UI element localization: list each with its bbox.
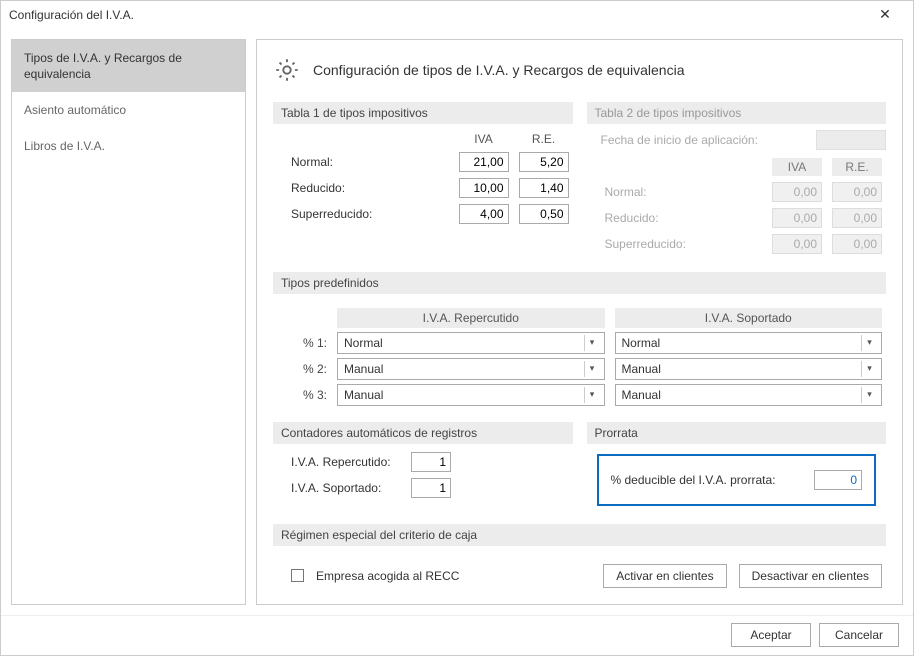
- predef-row3-rep-dropdown[interactable]: Manual▾: [337, 384, 605, 406]
- predef-row1-sop-dropdown[interactable]: Normal▾: [615, 332, 883, 354]
- tabla2-normal-iva: [772, 182, 822, 202]
- tabla2-header-iva: IVA: [772, 158, 822, 176]
- desactivar-clientes-button[interactable]: Desactivar en clientes: [739, 564, 882, 588]
- predef-row1-rep-dropdown[interactable]: Normal▾: [337, 332, 605, 354]
- tabla1-header-iva: IVA: [459, 132, 509, 146]
- tabla2-reducido-label: Reducido:: [605, 211, 763, 225]
- chevron-down-icon: ▾: [584, 361, 600, 377]
- counter-sop-input[interactable]: [411, 478, 451, 498]
- predef-row2-sop-dropdown[interactable]: Manual▾: [615, 358, 883, 380]
- prorrata-input[interactable]: [814, 470, 862, 490]
- content-panel: Configuración de tipos de I.V.A. y Recar…: [256, 39, 903, 605]
- gear-icon: [273, 56, 301, 84]
- tabla2-normal-label: Normal:: [605, 185, 763, 199]
- recc-label: Régimen especial del criterio de caja: [273, 524, 886, 546]
- tabla2-super-iva: [772, 234, 822, 254]
- tabla1-label: Tabla 1 de tipos impositivos: [273, 102, 573, 124]
- tabla1-reducido-iva[interactable]: [459, 178, 509, 198]
- tabla2-label: Tabla 2 de tipos impositivos: [587, 102, 887, 124]
- sidebar-item-tipos-iva[interactable]: Tipos de I.V.A. y Recargos de equivalenc…: [12, 40, 245, 92]
- predef-row1-label: % 1:: [291, 336, 327, 350]
- predef-row2-rep-dropdown[interactable]: Manual▾: [337, 358, 605, 380]
- counter-sop-label: I.V.A. Soportado:: [291, 481, 401, 495]
- counter-rep-input[interactable]: [411, 452, 451, 472]
- chevron-down-icon: ▾: [861, 361, 877, 377]
- tabla1-super-iva[interactable]: [459, 204, 509, 224]
- prorrata-frame: % deducible del I.V.A. prorrata:: [597, 454, 877, 506]
- predef-row3-sop-dropdown[interactable]: Manual▾: [615, 384, 883, 406]
- content-title: Configuración de tipos de I.V.A. y Recar…: [313, 62, 685, 78]
- accept-button[interactable]: Aceptar: [731, 623, 811, 647]
- sidebar-item-libros[interactable]: Libros de I.V.A.: [12, 128, 245, 164]
- tabla1-super-re[interactable]: [519, 204, 569, 224]
- prorrata-label: Prorrata: [587, 422, 887, 444]
- sidebar: Tipos de I.V.A. y Recargos de equivalenc…: [11, 39, 246, 605]
- tabla2-super-re: [832, 234, 882, 254]
- predef-header-sop: I.V.A. Soportado: [615, 308, 883, 328]
- tabla1-reducido-re[interactable]: [519, 178, 569, 198]
- predef-header-rep: I.V.A. Repercutido: [337, 308, 605, 328]
- tabla2-header-re: R.E.: [832, 158, 882, 176]
- chevron-down-icon: ▾: [861, 387, 877, 403]
- predef-row3-label: % 3:: [291, 388, 327, 402]
- chevron-down-icon: ▾: [861, 335, 877, 351]
- sidebar-item-asiento[interactable]: Asiento automático: [12, 92, 245, 128]
- tabla2-reducido-iva: [772, 208, 822, 228]
- tabla2-reducido-re: [832, 208, 882, 228]
- tabla1-normal-iva[interactable]: [459, 152, 509, 172]
- tabla1-normal-label: Normal:: [291, 155, 449, 169]
- chevron-down-icon: ▾: [584, 387, 600, 403]
- tabla2-date-field[interactable]: [816, 130, 886, 150]
- tabla2-normal-re: [832, 182, 882, 202]
- tabla1-reducido-label: Reducido:: [291, 181, 449, 195]
- tabla1-super-label: Superreducido:: [291, 207, 449, 221]
- close-icon[interactable]: ✕: [865, 6, 905, 23]
- counters-label: Contadores automáticos de registros: [273, 422, 573, 444]
- tabla2-date-label: Fecha de inicio de aplicación:: [601, 133, 809, 147]
- activar-clientes-button[interactable]: Activar en clientes: [603, 564, 726, 588]
- prorrata-field-label: % deducible del I.V.A. prorrata:: [611, 473, 807, 487]
- recc-checkbox[interactable]: [291, 569, 304, 582]
- tabla2-super-label: Superreducido:: [605, 237, 763, 251]
- predef-label: Tipos predefinidos: [273, 272, 886, 294]
- tabla1-header-re: R.E.: [519, 132, 569, 146]
- window-title: Configuración del I.V.A.: [9, 8, 865, 22]
- counter-rep-label: I.V.A. Repercutido:: [291, 455, 401, 469]
- tabla1-normal-re[interactable]: [519, 152, 569, 172]
- cancel-button[interactable]: Cancelar: [819, 623, 899, 647]
- recc-checkbox-label: Empresa acogida al RECC: [316, 569, 591, 583]
- chevron-down-icon: ▾: [584, 335, 600, 351]
- predef-row2-label: % 2:: [291, 362, 327, 376]
